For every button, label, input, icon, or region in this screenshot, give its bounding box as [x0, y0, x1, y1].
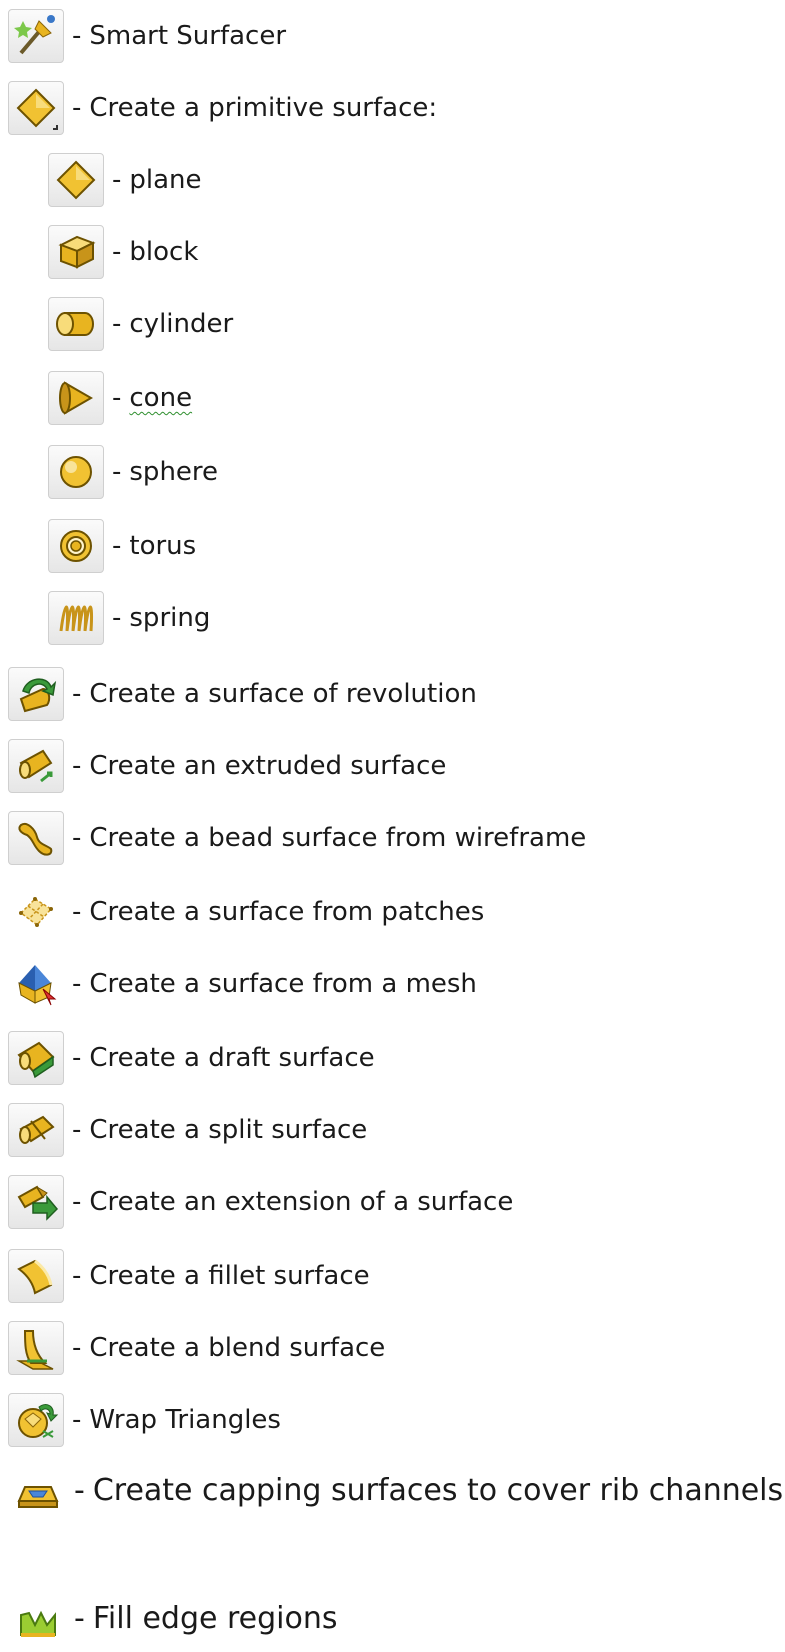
item-label: - spring — [112, 603, 211, 633]
item-label: - Create a primitive surface: — [72, 93, 438, 123]
cylinder-icon — [48, 297, 104, 351]
torus-icon — [48, 519, 104, 573]
patches-icon — [8, 885, 64, 939]
item-label: - Smart Surfacer — [72, 21, 287, 51]
cone-icon — [48, 371, 104, 425]
item-label: - cylinder — [112, 309, 234, 339]
item-label: - sphere — [112, 457, 219, 487]
plane-icon — [48, 153, 104, 207]
item-cone: - cone — [48, 370, 192, 426]
item-label: - Create capping surfaces to cover rib ch… — [74, 1472, 784, 1508]
item-label: - Create an extruded surface — [72, 751, 447, 781]
extension-icon — [8, 1175, 64, 1229]
item-label: - Create a surface from patches — [72, 897, 485, 927]
item-primitive-surface: - Create a primitive surface: — [8, 80, 437, 136]
capping-icon — [10, 1463, 66, 1517]
fillet-icon — [8, 1249, 64, 1303]
diamond-plane-dropdown-icon — [8, 81, 64, 135]
item-label: - Create a surface from a mesh — [72, 969, 477, 999]
item-bead: - Create a bead surface from wireframe — [8, 810, 586, 866]
item-label: - Create a split surface — [72, 1115, 368, 1145]
item-label: - Wrap Triangles — [72, 1405, 281, 1435]
item-label: - plane — [112, 165, 202, 195]
item-split: - Create a split surface — [8, 1102, 367, 1158]
bead-icon — [8, 811, 64, 865]
item-spring: - spring — [48, 590, 210, 646]
item-label: - Create an extension of a surface — [72, 1187, 514, 1217]
draft-icon — [8, 1031, 64, 1085]
item-draft: - Create a draft surface — [8, 1030, 375, 1086]
smart-surfacer-icon — [8, 9, 64, 63]
item-label: - Create a draft surface — [72, 1043, 375, 1073]
item-patches: - Create a surface from patches — [8, 884, 484, 940]
item-extension: - Create an extension of a surface — [8, 1174, 513, 1230]
item-revolution: - Create a surface of revolution — [8, 666, 477, 722]
item-label: - Create a surface of revolution — [72, 679, 477, 709]
item-mesh: - Create a surface from a mesh — [8, 956, 477, 1012]
item-fill-edge: - Fill edge regions — [10, 1590, 338, 1646]
item-block: - block — [48, 224, 198, 280]
item-extruded: - Create an extruded surface — [8, 738, 446, 794]
spring-icon — [48, 591, 104, 645]
item-label: - block — [112, 237, 199, 267]
item-blend: - Create a blend surface — [8, 1320, 385, 1376]
wrap-triangles-icon — [8, 1393, 64, 1447]
blend-icon — [8, 1321, 64, 1375]
item-plane: - plane — [48, 152, 202, 208]
item-label: - Create a blend surface — [72, 1333, 386, 1363]
item-label: - Create a bead surface from wireframe — [72, 823, 587, 853]
split-icon — [8, 1103, 64, 1157]
item-smart-surfacer: - Smart Surfacer — [8, 8, 286, 64]
revolution-icon — [8, 667, 64, 721]
extrude-icon — [8, 739, 64, 793]
item-wrap: - Wrap Triangles — [8, 1392, 281, 1448]
item-cylinder: - cylinder — [48, 296, 233, 352]
item-label: - Create a fillet surface — [72, 1261, 370, 1291]
item-fillet: - Create a fillet surface — [8, 1248, 370, 1304]
mesh-icon — [8, 957, 64, 1011]
item-label: - Fill edge regions — [74, 1600, 338, 1636]
block-icon — [48, 225, 104, 279]
item-label: - cone — [112, 383, 193, 413]
sphere-icon — [48, 445, 104, 499]
fill-edge-icon — [10, 1591, 66, 1645]
item-torus: - torus — [48, 518, 196, 574]
item-capping: - Create capping surfaces to cover rib ch… — [10, 1462, 783, 1518]
item-label: - torus — [112, 531, 197, 561]
item-sphere: - sphere — [48, 444, 218, 500]
